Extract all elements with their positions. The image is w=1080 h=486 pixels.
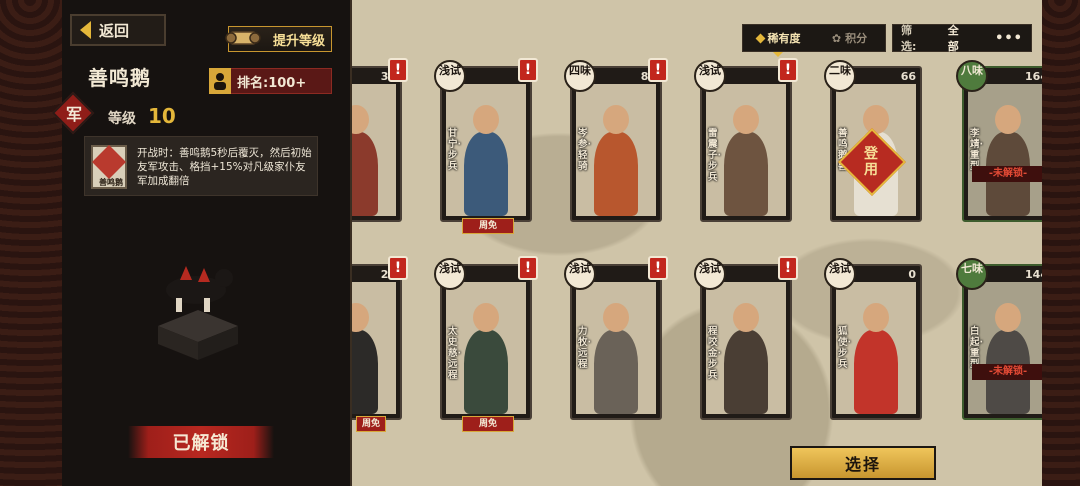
level-value: 10 <box>148 104 176 128</box>
rank-person-icon <box>209 68 231 94</box>
weekly-free-tag: 周免 <box>356 416 386 432</box>
alert-icon: ! <box>388 58 408 82</box>
alert-icon: ! <box>778 256 798 280</box>
hero-name-label: 太史慈·远程 <box>448 326 462 381</box>
active-indicator <box>773 52 783 57</box>
locked-label: -未解锁- <box>972 166 1042 182</box>
unlocked-status-banner: 已解锁 <box>128 426 274 458</box>
flower-icon: ✿ <box>831 31 842 45</box>
hero-card[interactable]: 0 浅试狐使·步兵 <box>824 258 922 420</box>
hero-figure-head <box>603 303 629 333</box>
hero-name: 善鸣鹅 <box>88 66 151 90</box>
alert-icon: ! <box>648 58 668 82</box>
taste-rank-badge: 七味 <box>956 258 988 290</box>
skill-icon: 善鸣鹅 <box>91 145 127 189</box>
alert-icon: ! <box>518 58 538 82</box>
hero-name-label: 岑参·轻骑 <box>578 128 592 172</box>
sort-points-tab[interactable]: ✿ 积分 <box>814 25 885 51</box>
hero-figure-head <box>473 105 499 135</box>
hero-name-label: 雷震子·步兵 <box>708 128 722 183</box>
rank-badge[interactable]: 排名:100+ <box>209 68 332 94</box>
alert-icon: ! <box>518 256 538 280</box>
taste-rank-badge: 浅试 <box>434 258 466 290</box>
hero-figure-body <box>853 329 899 414</box>
decorative-border-left <box>0 0 62 486</box>
hero-figure-head <box>995 303 1021 333</box>
sort-rarity-tab[interactable]: 稀有度 <box>743 25 814 57</box>
weekly-free-tag: 周免 <box>462 416 514 432</box>
hero-card[interactable]: 66二味善鸣鹅·兽登用 <box>824 60 922 222</box>
skill-description-box: 善鸣鹅 开战时：善鸣鹅5秒后覆灭，然后初始友军攻击、格挡+15%对凡级家仆友军加… <box>84 136 318 196</box>
decorative-border-right <box>1040 0 1080 486</box>
more-options-icon[interactable]: ••• <box>995 31 1023 46</box>
select-button[interactable]: 选择 <box>790 446 936 480</box>
hero-figure-head <box>863 303 889 333</box>
filter-value: 全部 <box>947 24 959 53</box>
taste-rank-badge: 浅试 <box>434 60 466 92</box>
level-label: 等级 <box>108 111 136 127</box>
rank-label: 排名:100+ <box>237 75 307 91</box>
weekly-free-tag: 周免 <box>462 218 514 234</box>
army-char: 军 <box>65 105 82 124</box>
hero-card[interactable]: 0浅试!雷震子·步兵 <box>694 58 798 222</box>
taste-rank-badge: 浅试 <box>824 258 856 290</box>
hero-figure-head <box>995 105 1021 135</box>
hero-figure-body <box>593 329 639 414</box>
hero-figure-body <box>463 329 509 414</box>
taste-rank-badge: 浅试 <box>694 60 726 92</box>
diamond-icon <box>755 33 765 43</box>
taste-rank-badge: 二味 <box>824 60 856 92</box>
in-use-label: 登用 <box>864 146 878 178</box>
sort-rarity-label: 稀有度 <box>767 32 801 45</box>
hero-card[interactable]: 164八味李靖·重型-未解锁- <box>956 60 1042 222</box>
card-cost: 66 <box>900 70 916 83</box>
back-label: 返回 <box>99 21 130 40</box>
upgrade-level-button[interactable]: 提升等级 <box>225 26 332 52</box>
hero-figure-body <box>723 329 769 414</box>
locked-label: -未解锁- <box>972 364 1042 380</box>
unlocked-label: 已解锁 <box>172 433 230 454</box>
taste-rank-badge: 浅试 <box>564 258 596 290</box>
hero-name-label: 狐使·步兵 <box>838 326 852 370</box>
hero-figure-body <box>593 131 639 216</box>
taste-rank-badge: 四味 <box>564 60 596 92</box>
hero-figure-body <box>463 131 509 216</box>
sort-points-label: 积分 <box>845 32 868 45</box>
hero-card[interactable]: 0浅试!甘宁·步兵周免 <box>434 58 538 234</box>
filter-dropdown[interactable]: 筛选: 全部 ••• <box>892 24 1032 53</box>
unit-model-image <box>158 266 238 360</box>
hero-figure-head <box>863 105 889 135</box>
hero-card[interactable]: 144七味白起·重型-未解锁- <box>956 258 1042 420</box>
alert-icon: ! <box>778 58 798 82</box>
card-cost: 0 <box>908 268 916 281</box>
hero-card[interactable]: 0浅试!程咬金·步兵 <box>694 256 798 420</box>
filter-label: 筛选: <box>901 24 917 53</box>
taste-rank-badge: 浅试 <box>694 258 726 290</box>
hero-figure-head <box>733 303 759 333</box>
hero-figure-head <box>733 105 759 135</box>
sword-icon <box>92 145 126 179</box>
alert-icon: ! <box>648 256 668 280</box>
hero-name-label: 甘宁·步兵 <box>448 128 462 172</box>
hero-figure-body <box>723 131 769 216</box>
upgrade-label: 提升等级 <box>272 33 325 49</box>
taste-rank-badge: 八味 <box>956 60 988 92</box>
hero-name-label: 程咬金·步兵 <box>708 326 722 381</box>
select-label: 选择 <box>844 455 881 474</box>
hero-card[interactable]: 0浅试!力牧·远程 <box>564 256 668 420</box>
scroll-icon <box>225 31 261 45</box>
hero-card[interactable]: 87四味!岑参·轻骑 <box>564 58 668 222</box>
skill-text: 开战时：善鸣鹅5秒后覆灭，然后初始友军攻击、格挡+15%对凡级家仆友军加成翻倍 <box>137 147 312 187</box>
back-button[interactable]: 返回 <box>70 14 166 46</box>
sort-toggle: 稀有度 ✿ 积分 <box>742 24 886 57</box>
back-arrow-icon <box>80 21 91 39</box>
hero-figure-head <box>473 303 499 333</box>
skill-icon-label: 善鸣鹅 <box>99 178 123 187</box>
hero-name-label: 力牧·远程 <box>578 326 592 370</box>
alert-icon: ! <box>388 256 408 280</box>
hero-card[interactable]: 0浅试!太史慈·远程周免 <box>434 256 538 432</box>
hero-figure-head <box>603 105 629 135</box>
